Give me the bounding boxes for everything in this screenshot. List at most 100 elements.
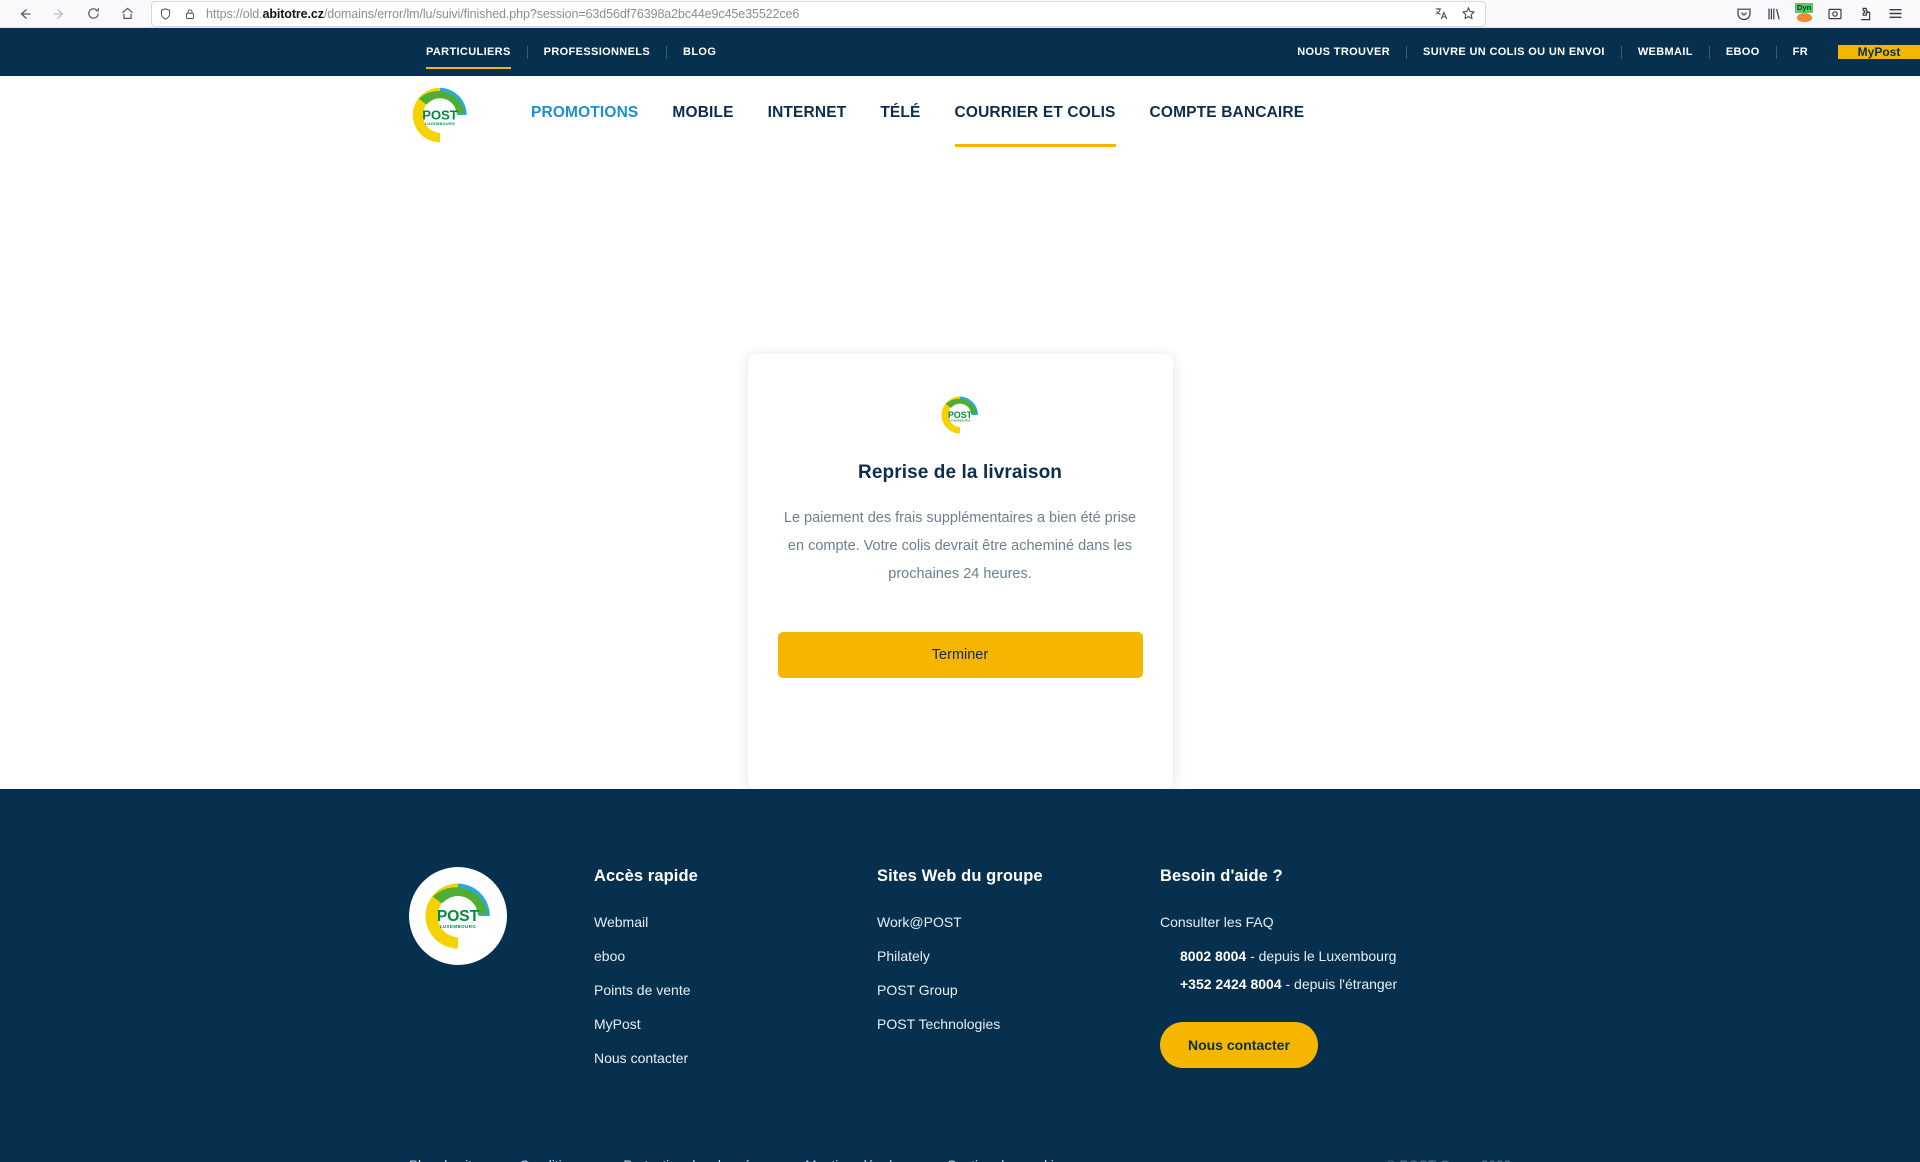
bookmark-star-icon[interactable] [1461,6,1476,21]
utility-nav-right: NOUS TROUVER SUIVRE UN COLIS OU UN ENVOI… [1281,28,1920,76]
url-bar-actions [1434,6,1476,21]
footer-link-points-de-vente[interactable]: Points de vente [594,982,877,998]
utility-link-eboo[interactable]: EBOO [1710,46,1776,58]
footer-link-post-group[interactable]: POST Group [877,982,1160,998]
translate-icon[interactable] [1434,6,1449,21]
utility-link-suivre-colis[interactable]: SUIVRE UN COLIS OU UN ENVOI [1407,46,1621,58]
extensions-puzzle-icon[interactable] [1857,6,1873,22]
footer-link-plan-du-site[interactable]: Plan du site [409,1158,480,1162]
footer-logo-inner: POST LUXEMBOURG [421,879,495,953]
footer-link-mentions-legales[interactable]: Mentions légales [805,1158,906,1162]
phone-international-number: +352 2424 8004 [1180,976,1282,992]
card-title: Reprise de la livraison [858,462,1062,483]
nav-item-compte-bancaire[interactable]: COMPTE BANCAIRE [1150,104,1305,126]
footer-heading-sites-web: Sites Web du groupe [877,867,1043,885]
post-luxembourg-logo-icon: POST LUXEMBOURG [425,883,490,949]
utility-link-professionnels[interactable]: PROFESSIONNELS [528,46,666,58]
url-bar-icons [159,7,196,21]
url-path: /domains/error/lm/lu/suivi/finished.php?… [323,6,800,21]
utility-nav-left: PARTICULIERS PROFESSIONNELS BLOG [410,28,732,76]
lock-icon[interactable] [184,7,196,21]
pocket-icon[interactable] [1736,6,1752,22]
card-body-text: Le paiement des frais supplémentaires a … [783,510,1137,582]
nous-contacter-button[interactable]: Nous contacter [1160,1022,1318,1068]
browser-extension-toolbar: Dyn [1486,3,1910,22]
footer-link-protection-donnees[interactable]: Protection des données [623,1158,765,1162]
browser-nav-buttons [10,1,142,27]
svg-text:LUXEMBOURG: LUXEMBOURG [440,924,477,929]
home-icon [121,7,133,19]
page-content: POST LUXEMBOURG Reprise de la livraison … [0,154,1920,789]
language-selector-fr[interactable]: FR [1777,46,1824,58]
nav-item-mobile[interactable]: MOBILE [672,104,733,126]
nav-item-internet[interactable]: INTERNET [768,104,847,126]
svg-text:POST: POST [948,410,973,420]
footer-column-besoin-aide: Besoin d'aide ? Consulter les FAQ 8002 8… [1160,867,1500,1084]
footer-link-post-technologies[interactable]: POST Technologies [877,1016,1160,1032]
nav-item-promotions[interactable]: PROMOTIONS [531,104,638,126]
url-domain: abitotre.cz [262,6,324,21]
mypost-button[interactable]: MyPost [1838,45,1920,59]
footer-link-eboo[interactable]: eboo [594,948,877,964]
card-post-logo: POST LUXEMBOURG [939,394,981,436]
footer-link-gestion-cookies[interactable]: Gestion des cookies [947,1158,1069,1162]
svg-text:POST: POST [422,107,457,122]
forward-button[interactable] [44,1,74,27]
library-icon[interactable] [1766,6,1782,22]
forward-arrow-icon [53,8,64,19]
main-nav-items: PROMOTIONS MOBILE INTERNET TÉLÉ COURRIER… [531,76,1304,154]
url-bar[interactable]: https://old.abitotre.cz/domains/error/lm… [151,0,1486,27]
svg-text:LUXEMBOURG: LUXEMBOURG [950,420,971,423]
utility-link-nous-trouver[interactable]: NOUS TROUVER [1281,46,1406,58]
utility-link-blog[interactable]: BLOG [667,46,732,58]
terminer-button[interactable]: Terminer [777,632,1143,678]
utility-nav: PARTICULIERS PROFESSIONNELS BLOG NOUS TR… [0,28,1920,76]
url-text: https://old.abitotre.cz/domains/error/lm… [206,7,1426,21]
footer-link-faq[interactable]: Consulter les FAQ [1160,914,1500,930]
dyn-extension-button[interactable]: Dyn [1795,3,1814,22]
hamburger-menu-icon[interactable] [1887,5,1904,22]
post-luxembourg-logo-icon: POST LUXEMBOURG [941,396,979,434]
post-luxembourg-logo-icon: POST LUXEMBOURG [412,87,467,143]
footer-heading-acces-rapide: Accès rapide [594,867,698,885]
site-footer: POST LUXEMBOURG Accès rapide Webmail ebo… [0,789,1920,1162]
fox-icon [1797,13,1812,22]
reload-icon [87,8,99,19]
footer-post-logo[interactable]: POST LUXEMBOURG [409,867,507,965]
browser-toolbar: https://old.abitotre.cz/domains/error/lm… [0,0,1920,28]
phone-international-suffix: - depuis l'étranger [1281,976,1398,992]
phone-luxembourg-number: 8002 8004 [1180,948,1247,964]
footer-column-sites-web: Sites Web du groupe Work@POST Philately … [877,867,1160,1084]
phone-luxembourg-suffix: - depuis le Luxembourg [1246,948,1397,964]
post-logo[interactable]: POST LUXEMBOURG [409,84,471,146]
back-arrow-icon [20,8,31,19]
footer-column-acces-rapide: Accès rapide Webmail eboo Points de vent… [594,867,877,1084]
phone-international: +352 2424 8004 - depuis l'étranger [1180,976,1500,992]
home-button[interactable] [112,1,142,27]
utility-link-particuliers[interactable]: PARTICULIERS [410,46,527,69]
svg-text:POST: POST [437,908,480,925]
dyn-extension-badge: Dyn [1795,3,1814,13]
shield-icon[interactable] [159,7,172,21]
footer-link-nous-contacter[interactable]: Nous contacter [594,1050,877,1066]
phone-luxembourg: 8002 8004 - depuis le Luxembourg [1180,948,1500,964]
footer-copyright: © POST Group 2022 [1386,1158,1511,1162]
back-button[interactable] [10,1,40,27]
utility-link-webmail[interactable]: WEBMAIL [1622,46,1709,58]
footer-link-webmail[interactable]: Webmail [594,914,877,930]
footer-bottom-bar: Plan du site Conditions Protection des d… [0,1158,1920,1162]
url-prefix: https://old. [206,6,263,21]
footer-link-conditions[interactable]: Conditions [520,1158,584,1162]
nav-item-tele[interactable]: TÉLÉ [880,104,920,126]
footer-columns: POST LUXEMBOURG Accès rapide Webmail ebo… [0,789,1920,1084]
footer-link-work-at-post[interactable]: Work@POST [877,914,1160,930]
footer-link-mypost[interactable]: MyPost [594,1016,877,1032]
confirmation-card: POST LUXEMBOURG Reprise de la livraison … [747,354,1173,789]
svg-text:LUXEMBOURG: LUXEMBOURG [425,122,456,126]
footer-heading-besoin-aide: Besoin d'aide ? [1160,867,1283,885]
reload-button[interactable] [78,1,108,27]
footer-link-philately[interactable]: Philately [877,948,1160,964]
screenshot-extension-icon[interactable] [1827,6,1843,22]
nav-item-courrier-et-colis[interactable]: COURRIER ET COLIS [954,104,1116,147]
main-nav: POST LUXEMBOURG PROMOTIONS MOBILE INTERN… [0,76,1920,154]
